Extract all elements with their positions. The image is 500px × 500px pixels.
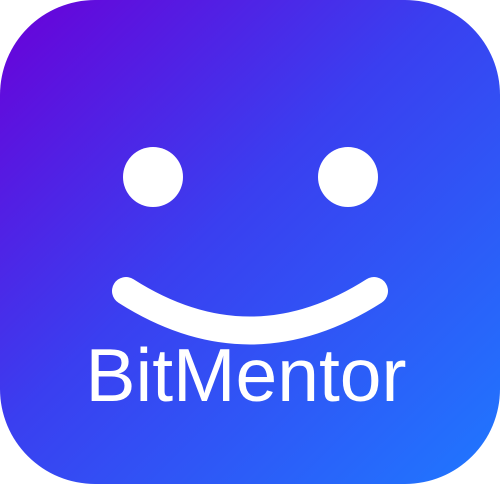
left-eye [123,147,183,207]
brand-name: BitMentor [86,333,407,417]
right-eye [318,147,378,207]
app-icon: BitMentor [0,0,500,484]
